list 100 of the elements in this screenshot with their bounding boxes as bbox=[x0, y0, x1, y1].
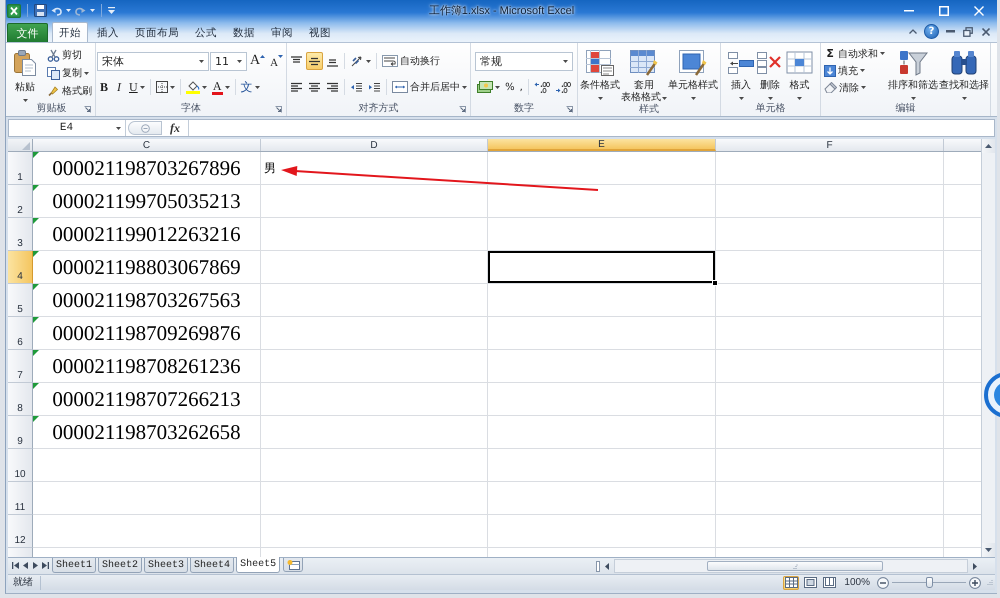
ribbon-tab[interactable]: 插入 bbox=[90, 22, 126, 42]
close-icon bbox=[974, 6, 984, 16]
cut-button[interactable]: 剪切 bbox=[45, 46, 94, 64]
caret-icon bbox=[366, 60, 372, 62]
row-header[interactable]: 1 bbox=[8, 152, 33, 185]
zoom-out-button[interactable] bbox=[877, 576, 889, 588]
sheet-tab[interactable]: Sheet4 bbox=[190, 558, 234, 573]
phonetic-button[interactable]: 文 bbox=[238, 78, 262, 96]
copy-button[interactable]: 复制 bbox=[45, 64, 94, 82]
file-tab[interactable]: 文件 bbox=[7, 23, 48, 42]
caret-icon bbox=[962, 97, 967, 100]
ribbon-tab[interactable]: 数据 bbox=[226, 22, 262, 42]
zoom-slider-thumb[interactable] bbox=[926, 577, 933, 588]
comma-style-button[interactable]: , bbox=[518, 78, 525, 96]
scrollbar-thumb[interactable] bbox=[707, 561, 883, 571]
grip-icon bbox=[792, 564, 798, 568]
undo-icon bbox=[51, 6, 62, 16]
insert-button[interactable]: 插入 bbox=[727, 45, 756, 102]
row-header[interactable]: 5 bbox=[8, 284, 33, 317]
horizontal-scrollbar[interactable] bbox=[614, 559, 968, 573]
format-painter-button[interactable]: 格式刷 bbox=[45, 82, 94, 100]
row-header[interactable]: 10 bbox=[8, 449, 33, 482]
font-name-field[interactable]: 宋体 bbox=[97, 52, 209, 70]
row-header[interactable]: 8 bbox=[8, 383, 33, 416]
scroll-up-button[interactable] bbox=[982, 139, 995, 153]
ribbon-tab[interactable]: 视图 bbox=[302, 22, 338, 42]
fill-handle[interactable] bbox=[712, 280, 718, 286]
accounting-format-button[interactable] bbox=[475, 78, 502, 96]
insert-sheet-button[interactable] bbox=[283, 558, 304, 572]
caret-icon bbox=[254, 86, 260, 88]
sheet-tab[interactable]: Sheet2 bbox=[98, 558, 142, 573]
split-handle-icon bbox=[596, 560, 600, 572]
align-middle-button[interactable] bbox=[306, 52, 324, 70]
format-cells-icon bbox=[785, 50, 814, 75]
ribbon-tab[interactable]: 开始 bbox=[52, 22, 88, 42]
selected-cell[interactable] bbox=[488, 251, 716, 284]
eraser-icon bbox=[824, 82, 838, 93]
launcher-icon bbox=[566, 106, 574, 112]
ribbon-tab[interactable]: 公式 bbox=[188, 22, 224, 42]
caret-icon bbox=[84, 72, 89, 74]
caret-icon bbox=[22, 99, 28, 102]
previous-icon bbox=[22, 562, 28, 569]
conditional-format-button[interactable]: 条件格式 bbox=[580, 45, 620, 104]
percent-button[interactable]: % bbox=[503, 78, 517, 96]
bold-button[interactable]: B bbox=[97, 78, 111, 96]
page-layout-button[interactable] bbox=[802, 576, 818, 590]
formula-bar-handle[interactable] bbox=[128, 121, 162, 135]
row-header[interactable]: 6 bbox=[8, 317, 33, 350]
font-size-field[interactable]: 11 bbox=[210, 52, 247, 70]
row-header[interactable]: 2 bbox=[8, 185, 33, 218]
ribbon-tab[interactable]: 审阅 bbox=[264, 22, 300, 42]
underline-button[interactable]: U bbox=[127, 78, 147, 96]
paste-button[interactable]: 粘贴 bbox=[9, 45, 41, 102]
row-header[interactable]: 12 bbox=[8, 515, 33, 548]
row-header[interactable]: 3 bbox=[8, 218, 33, 251]
scroll-down-button[interactable] bbox=[982, 543, 995, 557]
sheet-tab[interactable]: Sheet1 bbox=[52, 558, 96, 573]
cell-styles-icon bbox=[679, 50, 708, 76]
sort-filter-button[interactable]: 排序和筛选 bbox=[888, 45, 938, 102]
insert-function-button[interactable]: fx bbox=[162, 120, 188, 136]
column-header[interactable]: E bbox=[488, 139, 716, 151]
merge-center-button[interactable]: 合并后居中 bbox=[390, 78, 470, 96]
name-box[interactable]: E4 bbox=[9, 120, 126, 136]
border-button[interactable] bbox=[154, 78, 177, 96]
format-button[interactable]: 格式 bbox=[785, 45, 814, 102]
row-header[interactable]: 4 bbox=[8, 251, 33, 284]
wrap-text-button[interactable]: 自动换行 bbox=[380, 52, 442, 70]
minimize-icon bbox=[904, 10, 914, 12]
row-header[interactable]: 9 bbox=[8, 416, 33, 449]
find-select-button[interactable]: 查找和选择 bbox=[939, 45, 990, 102]
autosum-button[interactable]: Σ 自动求和 bbox=[822, 45, 888, 62]
clear-button[interactable]: 清除 bbox=[822, 79, 888, 96]
page-break-button[interactable] bbox=[821, 576, 838, 590]
sheet-tab[interactable]: Sheet5 bbox=[236, 557, 280, 573]
number-format-field[interactable]: 常规 bbox=[475, 52, 574, 70]
normal-view-button[interactable] bbox=[783, 576, 800, 590]
restore-workbook-button[interactable] bbox=[961, 24, 975, 38]
dialog-launcher-button[interactable] bbox=[565, 104, 574, 114]
row-header[interactable]: 7 bbox=[8, 350, 33, 383]
plus-icon bbox=[969, 576, 981, 588]
caret-icon bbox=[880, 52, 886, 55]
shrink-font-button[interactable]: A bbox=[268, 52, 286, 70]
italic-button[interactable]: I bbox=[112, 78, 126, 96]
sheet-tab[interactable]: Sheet3 bbox=[144, 558, 188, 573]
caret-icon bbox=[224, 86, 230, 88]
font-color-button[interactable]: A bbox=[210, 78, 232, 96]
cell-styles-button[interactable]: 单元格样式 bbox=[668, 45, 718, 104]
fill-button[interactable]: 填充 bbox=[822, 62, 888, 79]
grow-font-button[interactable]: A bbox=[248, 52, 268, 70]
dialog-launcher-button[interactable] bbox=[274, 104, 284, 114]
vertical-scrollbar[interactable] bbox=[981, 139, 995, 557]
ribbon-tab[interactable]: 页面布局 bbox=[128, 22, 186, 42]
dialog-launcher-button[interactable] bbox=[458, 104, 468, 114]
zoom-in-button[interactable] bbox=[969, 576, 981, 588]
dialog-launcher-button[interactable] bbox=[83, 104, 92, 114]
row-header[interactable]: 11 bbox=[8, 482, 33, 515]
format-as-table-button[interactable]: 套用 表格格式 bbox=[621, 45, 668, 104]
delete-button[interactable]: 删除 bbox=[756, 45, 784, 102]
status-text: 就绪 bbox=[8, 576, 41, 590]
caret-icon bbox=[199, 60, 204, 62]
